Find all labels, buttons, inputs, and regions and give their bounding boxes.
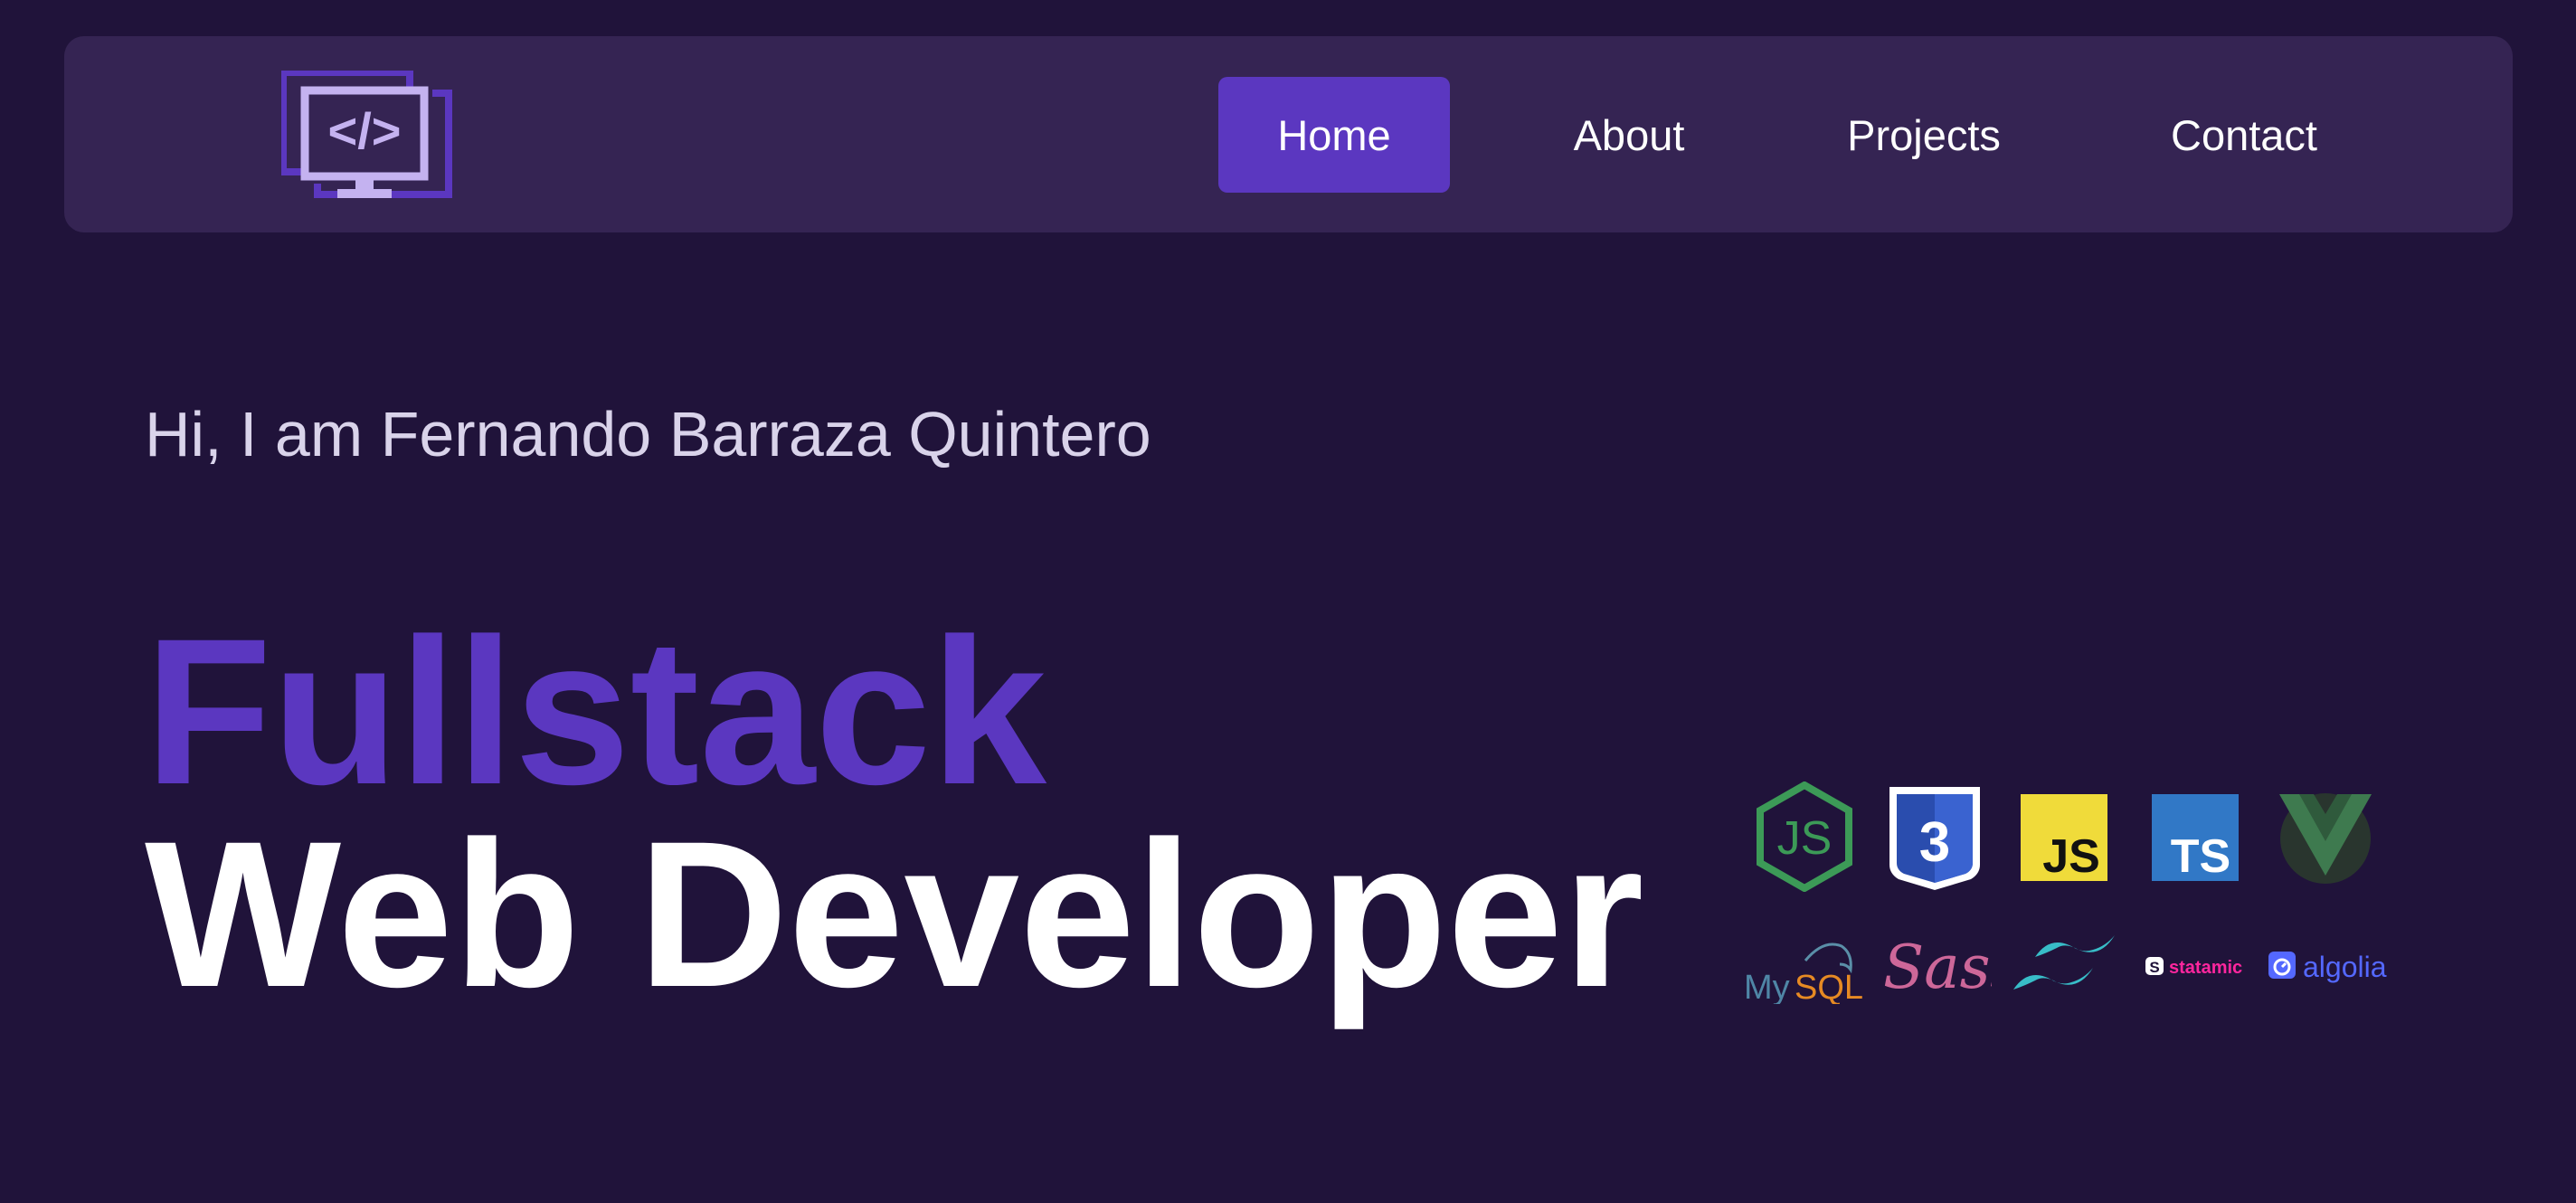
page: </> Home About Projects Contact Hi, I am… [0,0,2576,1203]
nav-home[interactable]: Home [1218,77,1450,193]
greeting: Hi, I am Fernando Barraza Quintero [145,399,1151,469]
navbar: </> Home About Projects Contact [64,36,2513,232]
typescript-icon: TS [2152,794,2239,881]
vue-icon [2279,793,2372,884]
sass-label: Sass [1883,933,1992,1002]
javascript-label: JS [2042,830,2100,881]
monitor-code-icon[interactable]: </> [281,71,453,202]
css3-label: 3 [1919,811,1950,874]
svg-text:S: S [2149,959,2159,976]
css3-icon: 3 [1889,787,1980,890]
statamic-label: statamic [2169,958,2242,978]
javascript-icon: JS [2021,794,2107,881]
nav-projects[interactable]: Projects [1815,77,2032,193]
svg-text:</>: </> [328,102,402,159]
title-web-developer: Web Developer [145,798,1644,1030]
typescript-label: TS [2171,830,2230,881]
mysql-my: My [1744,969,1790,1004]
nodejs-icon: JS [1757,781,1852,892]
algolia-icon: algolia [2268,951,2387,983]
statamic-icon: S statamic [2145,957,2242,978]
tailwind-icon [2013,935,2115,990]
nodejs-label: JS [1777,812,1833,865]
algolia-label: algolia [2303,951,2387,983]
mysql-icon: My SQL [1744,943,1863,1004]
sass-icon: Sass [1883,933,1992,1002]
mysql-sql: SQL [1795,969,1863,1004]
nav-contact[interactable]: Contact [2136,77,2353,193]
title-fullstack: Fullstack [145,595,1047,828]
nav-about[interactable]: About [1539,77,1719,193]
